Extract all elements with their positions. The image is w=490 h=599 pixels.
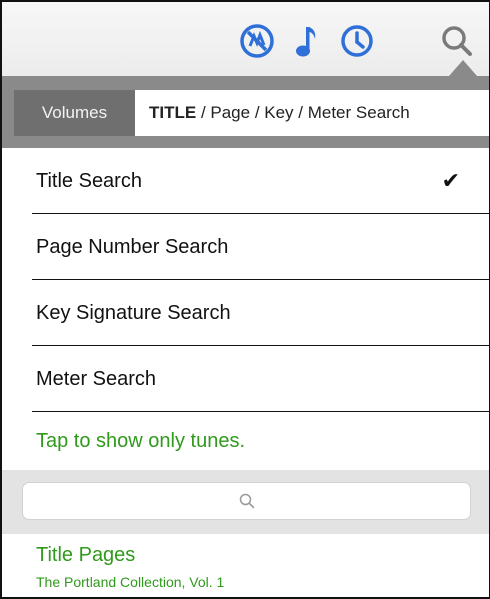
no-midi-icon[interactable] [238, 22, 276, 60]
tab-volumes[interactable]: Volumes [14, 90, 135, 136]
search-input[interactable] [23, 483, 470, 519]
tab-search-rest: / Page / Key / Meter Search [196, 103, 410, 122]
tab-search-bold: TITLE [149, 103, 197, 122]
music-note-icon[interactable] [288, 22, 326, 60]
result-title: Title Pages [36, 544, 136, 566]
app-frame: Volumes TITLE / Page / Key / Meter Searc… [0, 0, 490, 599]
menu-item-label: Page Number Search [36, 235, 229, 258]
tap-hint-label: Tap to show only tunes. [36, 429, 246, 452]
menu-item-label: Title Search [36, 169, 142, 192]
checkmark-icon: ✔ [441, 168, 460, 193]
tab-bar: Volumes TITLE / Page / Key / Meter Searc… [2, 76, 489, 148]
menu-item-page-number-search[interactable]: Page Number Search [2, 214, 489, 280]
tab-title-search[interactable]: TITLE / Page / Key / Meter Search [135, 90, 489, 136]
show-only-tunes-button[interactable]: Tap to show only tunes. [2, 412, 489, 470]
result-subtitle: The Portland Collection, Vol. 1 [36, 574, 225, 590]
search-mode-list: Title Search ✔ Page Number Search Key Si… [2, 148, 489, 412]
tab-volumes-label: Volumes [41, 103, 108, 122]
menu-item-meter-search[interactable]: Meter Search [2, 346, 489, 412]
clock-icon[interactable] [338, 22, 376, 60]
search-field[interactable] [22, 482, 471, 520]
menu-item-label: Meter Search [36, 367, 157, 390]
popover-arrow [449, 60, 477, 76]
top-toolbar [2, 2, 489, 76]
menu-item-title-search[interactable]: Title Search ✔ [2, 148, 489, 214]
menu-item-label: Key Signature Search [36, 301, 231, 324]
menu-item-key-signature-search[interactable]: Key Signature Search [2, 280, 489, 346]
search-icon[interactable] [438, 22, 476, 60]
list-item-result[interactable]: Title Pages The Portland Collection, Vol… [2, 534, 489, 597]
search-bar-area [2, 470, 489, 534]
